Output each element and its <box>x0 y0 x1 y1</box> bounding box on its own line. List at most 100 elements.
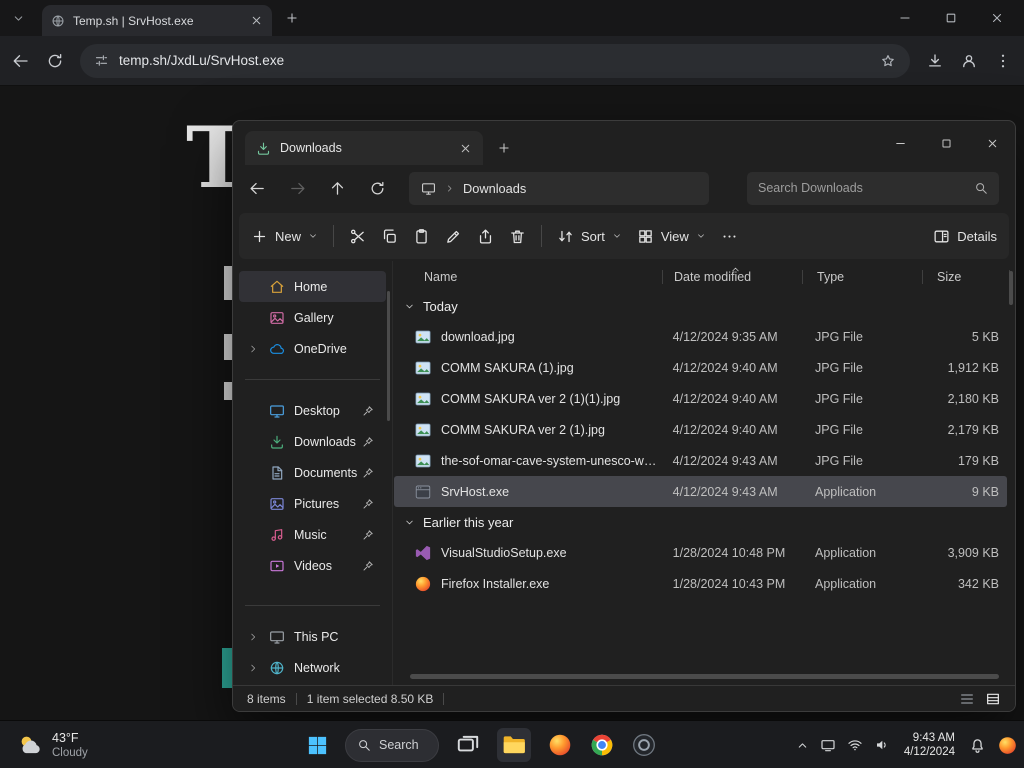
sidebar-item-this-pc[interactable]: This PC <box>239 621 386 652</box>
view-button[interactable]: View <box>637 228 706 245</box>
expand-chevron-icon[interactable] <box>248 663 258 673</box>
new-tab-button[interactable] <box>285 11 299 25</box>
browser-tab[interactable]: Temp.sh | SrvHost.exe <box>42 5 272 36</box>
file-row-firefox-installer-exe[interactable]: Firefox Installer.exe 1/28/2024 10:43 PM A… <box>394 568 1007 599</box>
details-pane-button[interactable]: Details <box>933 228 997 245</box>
taskbar-clock[interactable]: 9:43 AM 4/12/2024 <box>901 731 958 759</box>
sidebar-item-onedrive[interactable]: OneDrive <box>239 333 386 364</box>
downloads-browser-icon[interactable] <box>926 52 944 70</box>
explorer-titlebar[interactable]: Downloads <box>233 121 1015 165</box>
sidebar-scrollbar[interactable] <box>387 291 390 421</box>
profile-icon[interactable] <box>960 52 978 70</box>
browser-tab-strip: Temp.sh | SrvHost.exe <box>0 0 1024 36</box>
pin-icon <box>362 498 374 510</box>
copy-button[interactable] <box>381 228 398 245</box>
sidebar-item-desktop[interactable]: Desktop <box>239 395 386 426</box>
file-explorer-taskbar-icon[interactable] <box>497 728 531 762</box>
address-bar[interactable]: temp.sh/JxdLu/SrvHost.exe <box>80 43 910 78</box>
camera-app-taskbar-icon[interactable] <box>631 732 657 758</box>
firefox-taskbar-icon[interactable] <box>547 732 573 758</box>
address-breadcrumb[interactable]: Downloads <box>409 171 709 205</box>
vertical-scrollbar[interactable] <box>1009 271 1013 305</box>
weather-condition: Cloudy <box>52 746 88 759</box>
sidebar-item-network[interactable]: Network <box>239 652 386 683</box>
expand-chevron-icon[interactable] <box>248 632 258 642</box>
group-collapse-chevron-icon[interactable] <box>404 517 415 528</box>
expand-chevron-icon[interactable] <box>248 344 258 354</box>
browser-menu-icon[interactable] <box>994 52 1012 70</box>
tray-orange-app-icon[interactable] <box>997 735 1018 756</box>
file-row-visualstudiosetup-exe[interactable]: VisualStudioSetup.exe 1/28/2024 10:48 PM A… <box>394 537 1007 568</box>
display-tray-icon[interactable] <box>820 737 836 753</box>
rename-button[interactable] <box>445 228 462 245</box>
sidebar-item-downloads[interactable]: Downloads <box>239 426 386 457</box>
explorer-new-tab-button[interactable] <box>497 141 511 155</box>
tab-list-chevron-icon[interactable] <box>12 12 25 25</box>
explorer-tab-close-icon[interactable] <box>459 142 472 155</box>
sidebar-item-documents[interactable]: Documents <box>239 457 386 488</box>
new-button[interactable]: New <box>251 228 318 245</box>
pin-icon <box>362 560 374 572</box>
sidebar-item-pictures[interactable]: Pictures <box>239 488 386 519</box>
sort-button[interactable]: Sort <box>557 228 622 245</box>
list-view-toggle[interactable] <box>959 691 975 707</box>
notifications-bell-icon[interactable] <box>969 737 986 754</box>
explorer-search-input[interactable] <box>758 181 966 195</box>
browser-minimize-button[interactable] <box>882 0 928 36</box>
explorer-search-box[interactable] <box>747 171 999 205</box>
group-header-today[interactable]: Today <box>394 291 1015 321</box>
network-tray-icon[interactable] <box>847 737 863 753</box>
tab-close-icon[interactable] <box>250 14 263 27</box>
file-row-comm-sakura-ver-2-1-jpg[interactable]: COMM SAKURA ver 2 (1).jpg 4/12/2024 9:40 … <box>394 414 1007 445</box>
horizontal-scrollbar[interactable] <box>410 674 999 679</box>
group-header-earlier-this-year[interactable]: Earlier this year <box>394 507 1015 537</box>
file-row-the-sof-omar-cave-system-unesco-worl[interactable]: the-sof-omar-cave-system-unesco-worl... 4… <box>394 445 1007 476</box>
sidebar-item-videos[interactable]: Videos <box>239 550 386 581</box>
status-separator <box>295 692 297 705</box>
group-collapse-chevron-icon[interactable] <box>404 301 415 312</box>
column-header-size[interactable]: Size <box>922 263 1010 291</box>
column-header-name[interactable]: Name <box>394 263 662 291</box>
file-row-srvhost-exe[interactable]: SrvHost.exe 4/12/2024 9:43 AM Application 9… <box>394 476 1007 507</box>
paste-button[interactable] <box>413 228 430 245</box>
nav-up-button[interactable] <box>329 180 346 197</box>
sidebar-item-gallery[interactable]: Gallery <box>239 302 386 333</box>
more-options-button[interactable] <box>721 228 738 245</box>
explorer-close-button[interactable] <box>969 121 1015 165</box>
task-view-button[interactable] <box>455 732 481 758</box>
this-pc-icon <box>269 629 285 645</box>
taskbar-search[interactable]: Search <box>345 728 439 762</box>
explorer-minimize-button[interactable] <box>877 121 923 165</box>
search-icon <box>974 181 988 195</box>
explorer-tab-downloads[interactable]: Downloads <box>245 131 483 165</box>
sidebar-item-home[interactable]: Home <box>239 271 386 302</box>
details-view-toggle[interactable] <box>985 691 1001 707</box>
page-art-fragment <box>224 266 232 300</box>
delete-button[interactable] <box>509 228 526 245</box>
browser-refresh-button[interactable] <box>46 52 64 70</box>
file-row-download-jpg[interactable]: download.jpg 4/12/2024 9:35 AM JPG File 5 K… <box>394 321 1007 352</box>
file-row-comm-sakura-1-jpg[interactable]: COMM SAKURA (1).jpg 4/12/2024 9:40 AM JPG … <box>394 352 1007 383</box>
sidebar-item-label: Gallery <box>294 310 334 325</box>
bookmark-star-icon[interactable] <box>880 53 896 69</box>
browser-maximize-button[interactable] <box>928 0 974 36</box>
browser-back-button[interactable] <box>12 52 30 70</box>
taskbar-weather-widget[interactable]: 43°F Cloudy <box>10 721 94 768</box>
hidden-icons-chevron[interactable] <box>796 739 809 752</box>
start-button[interactable] <box>306 734 329 757</box>
browser-close-button[interactable] <box>974 0 1020 36</box>
file-row-comm-sakura-ver-2-1-1-jpg[interactable]: COMM SAKURA ver 2 (1)(1).jpg 4/12/2024 9:… <box>394 383 1007 414</box>
volume-tray-icon[interactable] <box>874 737 890 753</box>
chrome-taskbar-icon[interactable] <box>589 732 615 758</box>
column-header-type[interactable]: Type <box>802 263 922 291</box>
cut-button[interactable] <box>349 228 366 245</box>
share-button[interactable] <box>477 228 494 245</box>
explorer-maximize-button[interactable] <box>923 121 969 165</box>
column-header-date-modified[interactable]: Date modified <box>662 263 802 291</box>
toolbar-separator <box>541 225 543 247</box>
nav-forward-button[interactable] <box>289 180 306 197</box>
site-settings-icon[interactable] <box>94 53 109 68</box>
nav-refresh-button[interactable] <box>369 180 386 197</box>
nav-back-button[interactable] <box>249 180 266 197</box>
sidebar-item-music[interactable]: Music <box>239 519 386 550</box>
